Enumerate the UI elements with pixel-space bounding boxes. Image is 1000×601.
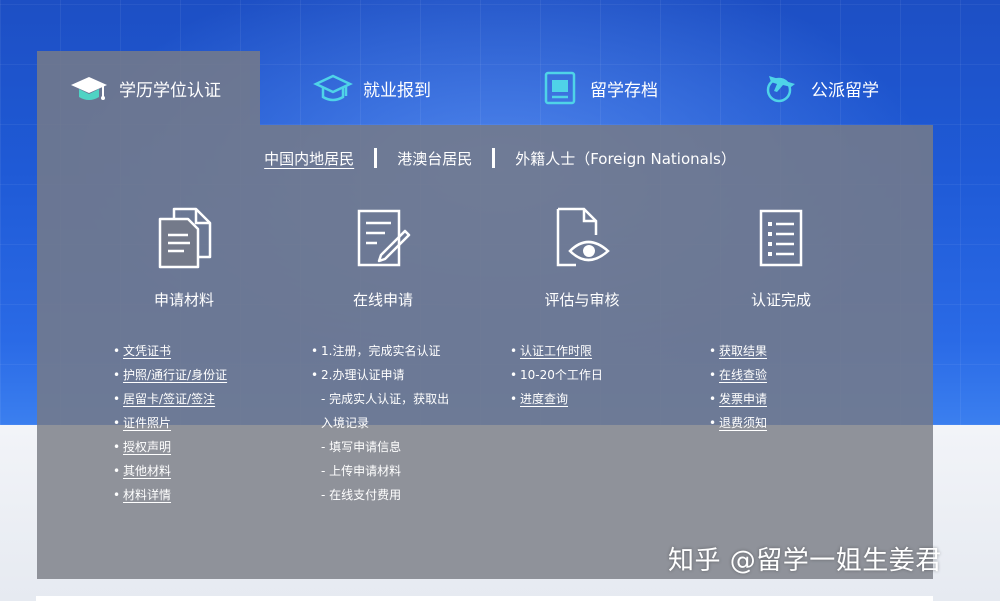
list-item: 10-20个工作日: [510, 363, 603, 387]
subtab-mainland-residents[interactable]: 中国内地居民: [262, 148, 356, 169]
step-label: 在线申请: [352, 291, 413, 309]
list-item[interactable]: 退费须知: [709, 411, 767, 435]
list-item: - 在线支付费用: [321, 488, 402, 502]
tab-label: 学历学位认证: [119, 80, 221, 101]
step-evaluation-review: 评估与审核: [482, 205, 682, 310]
form-edit-icon: [357, 209, 411, 267]
list-item[interactable]: 文凭证书: [113, 339, 227, 363]
online-application-list: 1.注册，完成实名认证 2.办理认证申请 - 完成实人认证，获取出 入境记录 -…: [311, 339, 449, 507]
step-label: 评估与审核: [544, 291, 620, 309]
tab-employment-registration[interactable]: 就业报到: [313, 51, 431, 125]
list-item[interactable]: 在线查验: [709, 363, 767, 387]
list-item[interactable]: 授权声明: [113, 435, 227, 459]
list-item[interactable]: 认证工作时限: [510, 339, 603, 363]
completion-list: 获取结果 在线查验 发票申请 退费须知: [709, 339, 767, 435]
list-item: - 上传申请材料: [321, 464, 402, 478]
list-item[interactable]: 护照/通行证/身份证: [113, 363, 227, 387]
tab-government-sponsored[interactable]: 公派留学: [761, 51, 879, 125]
watermark: 知乎 @留学一姐生姜君: [668, 546, 942, 576]
step-online-application: 在线申请: [283, 205, 483, 310]
step-certification-complete: 认证完成: [681, 205, 881, 310]
tab-degree-certification[interactable]: 学历学位认证: [37, 51, 260, 125]
subtab-hk-macao-taiwan-residents[interactable]: 港澳台居民: [395, 148, 474, 169]
list-item[interactable]: 进度查询: [510, 387, 603, 411]
step-label: 申请材料: [153, 291, 214, 309]
list-item: 1.注册，完成实名认证: [311, 339, 449, 363]
subtab-foreign-nationals[interactable]: 外籍人士（Foreign Nationals）: [513, 148, 738, 169]
document-eye-icon: [556, 207, 610, 267]
list-item: - 完成实人认证，获取出: [321, 392, 450, 406]
documents-icon: [158, 207, 212, 269]
list-item[interactable]: 其他材料: [113, 459, 227, 483]
list-item[interactable]: 居留卡/签证/签注: [113, 387, 227, 411]
tab-study-abroad-archive[interactable]: 留学存档: [540, 51, 658, 125]
review-list: 认证工作时限 10-20个工作日 进度查询: [510, 339, 603, 411]
separator: [374, 148, 378, 168]
airplane-globe-icon: [766, 76, 795, 103]
list-item[interactable]: 材料详情: [113, 483, 227, 507]
mortarboard-outline-icon: [313, 74, 353, 102]
archive-folder-icon: [544, 71, 576, 105]
applicant-type-tabs: 中国内地居民 港澳台居民 外籍人士（Foreign Nationals）: [0, 145, 1000, 171]
list-item[interactable]: 证件照片: [113, 411, 227, 435]
tab-label: 就业报到: [363, 80, 431, 101]
step-label: 认证完成: [750, 291, 811, 309]
graduation-cap-icon: [71, 77, 107, 100]
materials-list: 文凭证书 护照/通行证/身份证 居留卡/签证/签注 证件照片 授权声明 其他材料…: [113, 339, 227, 507]
list-item[interactable]: 获取结果: [709, 339, 767, 363]
service-tab-bar: 学历学位认证 就业报到 留学存档 公派留学: [37, 51, 933, 125]
divider: [36, 596, 933, 601]
checklist-icon: [759, 209, 803, 267]
step-application-materials: 申请材料: [84, 205, 284, 310]
list-item[interactable]: 发票申请: [709, 387, 767, 411]
list-item: 2.办理认证申请: [311, 363, 449, 387]
tab-label: 留学存档: [590, 80, 658, 101]
tab-label: 公派留学: [811, 80, 879, 101]
separator: [492, 148, 496, 168]
list-item: - 填写申请信息: [321, 440, 402, 454]
list-item: 入境记录: [321, 416, 370, 430]
